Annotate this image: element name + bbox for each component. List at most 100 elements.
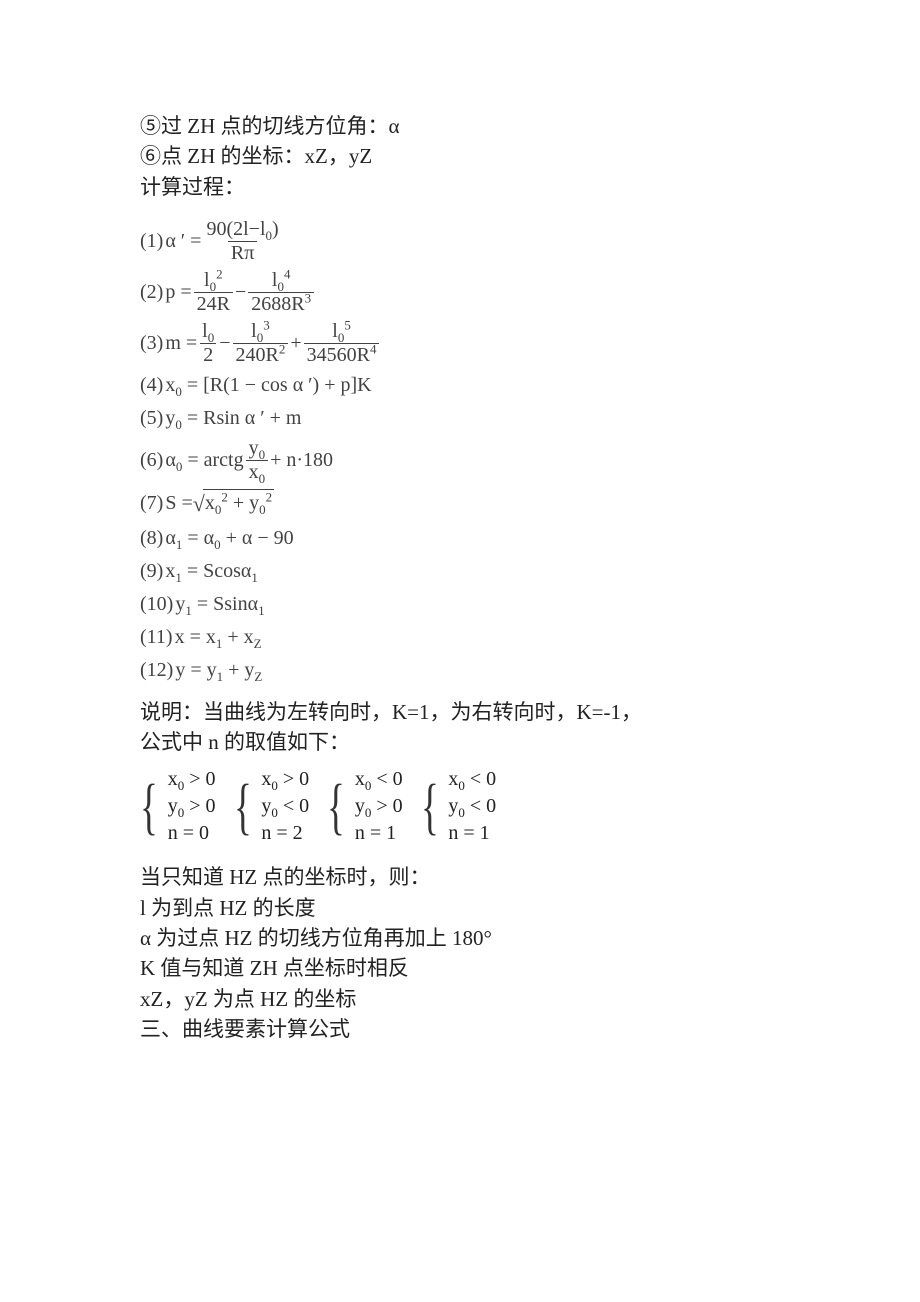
fraction: y0 x0 xyxy=(246,438,269,483)
document-page: ⑤过 ZH 点的切线方位角：α ⑥点 ZH 的坐标：xZ，yZ 计算过程： (1… xyxy=(0,0,920,1043)
formula-lhs: S = xyxy=(165,490,192,517)
expr: x = xyxy=(175,626,206,648)
after-line-1: 当只知道 HZ 点的坐标时，则： xyxy=(140,863,780,891)
var: x xyxy=(261,768,271,790)
expr: = arctg xyxy=(182,449,243,471)
plus: + xyxy=(223,659,244,681)
superscript: 2 xyxy=(279,341,286,356)
radical: √ x02 + y02 xyxy=(193,489,274,519)
denominator: 24R xyxy=(194,292,233,315)
denominator: Rπ xyxy=(228,241,257,264)
fraction: l02 24R xyxy=(194,270,233,315)
formula-index: (1) xyxy=(140,228,163,255)
brace-icon: { xyxy=(140,776,158,838)
var: α xyxy=(165,527,175,549)
num-tail: ) xyxy=(272,218,279,240)
formula-list: (1) α ′ = 90(2l−l0) Rπ (2) p = l02 24R − xyxy=(140,219,780,684)
expr: + n·180 xyxy=(270,447,333,474)
formula-index: (6) xyxy=(140,447,163,474)
var: y xyxy=(249,437,259,459)
var: y xyxy=(448,795,458,817)
superscript: 2 xyxy=(266,489,273,504)
superscript: 3 xyxy=(305,290,312,305)
var: x xyxy=(165,374,175,396)
formula-index: (9) xyxy=(140,558,163,585)
case-2: { x0 > 0 y0 < 0 n = 2 xyxy=(234,764,310,849)
after-line-5: xZ，yZ 为点 HZ 的坐标 xyxy=(140,985,780,1013)
brace-icon: { xyxy=(421,776,439,838)
var: y xyxy=(175,593,185,615)
var: α xyxy=(204,527,214,549)
n-value: n = 1 xyxy=(448,820,496,847)
after-line-2: l 为到点 HZ 的长度 xyxy=(140,894,780,922)
case-1: { x0 > 0 y0 > 0 n = 0 xyxy=(140,764,216,849)
formula-index: (11) xyxy=(140,624,173,651)
fraction: l05 34560R4 xyxy=(304,321,380,366)
expr: = Ssin xyxy=(192,593,248,615)
fraction: 90(2l−l0) Rπ xyxy=(203,219,281,264)
subscript: 1 xyxy=(258,603,265,618)
var: x xyxy=(205,492,215,514)
var: x xyxy=(206,626,216,648)
op: < 0 xyxy=(278,795,309,817)
var: y xyxy=(244,659,254,681)
formula-7: (7) S = √ x02 + y02 xyxy=(140,489,780,519)
after-line-4: K 值与知道 ZH 点坐标时相反 xyxy=(140,954,780,982)
cases-row: { x0 > 0 y0 > 0 n = 0 { x0 > 0 y0 < 0 n … xyxy=(140,764,780,849)
expr: y = xyxy=(175,659,206,681)
subscript: 0 xyxy=(259,471,266,486)
formula-4: (4) x0 = [R(1 − cos α ′) + p]K xyxy=(140,372,780,399)
formula-index: (8) xyxy=(140,525,163,552)
formula-index: (2) xyxy=(140,279,163,306)
formula-lhs: p = xyxy=(165,279,191,306)
expr: = Rsin α ′ + m xyxy=(182,407,302,429)
op: > 0 xyxy=(184,795,215,817)
expr: + α − 90 xyxy=(221,527,294,549)
explain-line-1: 说明：当曲线为左转向时，K=1，为右转向时，K=-1， xyxy=(140,698,780,726)
superscript: 2 xyxy=(216,266,223,281)
var: y xyxy=(355,795,365,817)
after-line-3: α 为过点 HZ 的切线方位角再加上 180° xyxy=(140,924,780,952)
op: > 0 xyxy=(184,768,215,790)
var: y xyxy=(249,492,259,514)
var: y xyxy=(261,795,271,817)
plus: + xyxy=(228,492,249,514)
n-value: n = 0 xyxy=(168,820,216,847)
fraction: l03 240R2 xyxy=(233,321,289,366)
brace-icon: { xyxy=(327,776,345,838)
text-line-calc: 计算过程： xyxy=(140,173,780,201)
var: y xyxy=(207,659,217,681)
formula-index: (3) xyxy=(140,330,163,357)
fraction: l0 2 xyxy=(199,321,217,366)
formula-index: (12) xyxy=(140,657,173,684)
var: x xyxy=(244,626,254,648)
formula-8: (8) α1 = α0 + α − 90 xyxy=(140,525,780,552)
subscript: Z xyxy=(254,669,262,684)
eq: = xyxy=(182,527,203,549)
subscript: Z xyxy=(254,636,262,651)
case-4: { x0 < 0 y0 < 0 n = 1 xyxy=(421,764,497,849)
after-line-6: 三、曲线要素计算公式 xyxy=(140,1015,780,1043)
op: > 0 xyxy=(278,768,309,790)
formula-1: (1) α ′ = 90(2l−l0) Rπ xyxy=(140,219,780,264)
formula-6: (6) α0 = arctg y0 x0 + n·180 xyxy=(140,438,780,483)
text-line-6: ⑥点 ZH 的坐标：xZ，yZ xyxy=(140,142,780,170)
op: > 0 xyxy=(371,795,402,817)
formula-11: (11) x = x1 + xZ xyxy=(140,624,780,651)
var: x xyxy=(355,768,365,790)
formula-5: (5) y0 = Rsin α ′ + m xyxy=(140,405,780,432)
var: α xyxy=(248,593,258,615)
formula-3: (3) m = l0 2 − l03 240R2 + l05 xyxy=(140,321,780,366)
var: x xyxy=(165,560,175,582)
minus: − xyxy=(219,330,230,357)
var: y xyxy=(168,795,178,817)
brace-icon: { xyxy=(234,776,252,838)
formula-lhs: m = xyxy=(165,330,197,357)
den-base: 2688R xyxy=(251,293,304,315)
op: < 0 xyxy=(371,768,402,790)
formula-index: (5) xyxy=(140,405,163,432)
formula-lhs: α ′ = xyxy=(165,228,201,255)
var: x xyxy=(249,461,259,483)
den-base: 240R xyxy=(236,344,279,366)
num-part: 90(2l−l xyxy=(206,218,265,240)
